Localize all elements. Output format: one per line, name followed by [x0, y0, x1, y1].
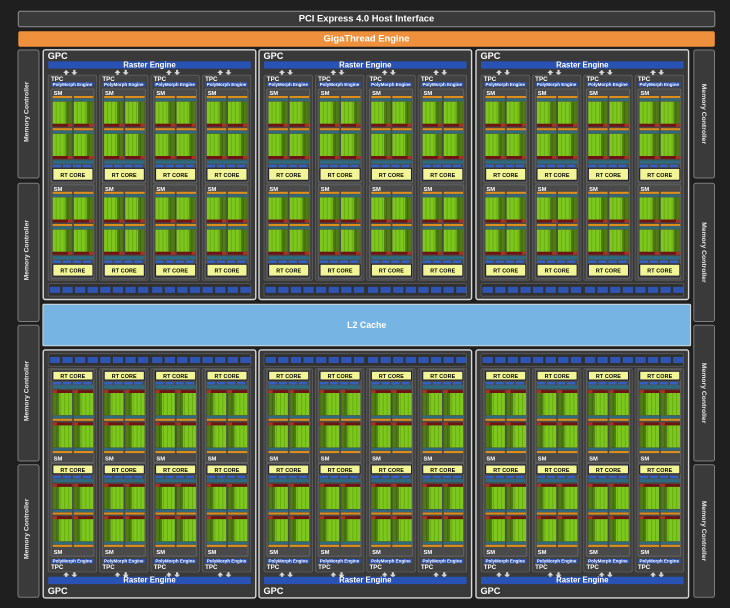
svg-text:Memory Controller: Memory Controller: [700, 84, 707, 145]
svg-text:Memory Controller: Memory Controller: [24, 498, 31, 559]
svg-text:Memory Controller: Memory Controller: [700, 222, 707, 283]
svg-text:GigaThread Engine: GigaThread Engine: [324, 33, 410, 44]
svg-text:Memory Controller: Memory Controller: [24, 81, 31, 142]
svg-text:L2 Cache: L2 Cache: [347, 320, 386, 330]
svg-text:Memory Controller: Memory Controller: [24, 360, 31, 421]
svg-text:Memory Controller: Memory Controller: [700, 501, 707, 562]
svg-text:Memory Controller: Memory Controller: [700, 363, 707, 424]
svg-text:Memory Controller: Memory Controller: [24, 220, 31, 281]
svg-text:PCI Express 4.0 Host Interface: PCI Express 4.0 Host Interface: [299, 13, 434, 24]
